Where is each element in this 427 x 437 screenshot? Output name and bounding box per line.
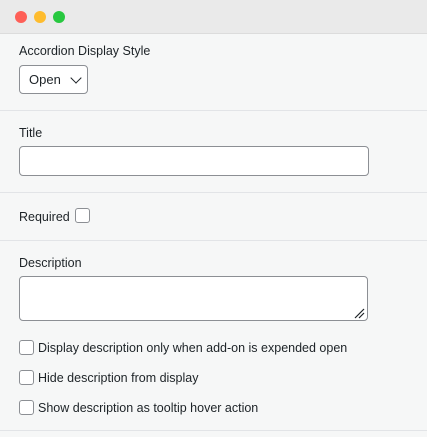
tooltip-description-label: Show description as tooltip hover action [38,401,259,415]
hide-description-label: Hide description from display [38,371,199,385]
addon-settings-panel: Accordion Display Style Open Title Requi… [0,34,427,437]
required-label: Required [19,210,70,224]
accordion-display-style-label: Accordion Display Style [19,44,151,58]
description-label: Description [19,256,82,270]
title-input[interactable] [19,146,369,176]
tooltip-description-checkbox[interactable] [19,400,34,415]
minimize-icon[interactable] [34,11,46,23]
accordion-display-style-value: Open [29,72,61,87]
close-icon[interactable] [15,11,27,23]
chevron-down-icon [70,72,82,84]
title-label: Title [19,126,43,140]
display-when-expanded-checkbox[interactable] [19,340,34,355]
section-divider [0,192,427,193]
section-divider [0,430,427,431]
required-checkbox[interactable] [75,208,90,223]
description-textarea[interactable] [19,276,368,321]
section-divider [0,240,427,241]
section-divider [0,110,427,111]
display-when-expanded-label: Display description only when add-on is … [38,341,348,355]
maximize-icon[interactable] [53,11,65,23]
resize-grip-icon[interactable] [353,307,365,319]
hide-description-checkbox[interactable] [19,370,34,385]
title-bar [0,0,427,34]
accordion-display-style-select[interactable]: Open [19,65,88,94]
app-window: Accordion Display Style Open Title Requi… [0,0,427,437]
